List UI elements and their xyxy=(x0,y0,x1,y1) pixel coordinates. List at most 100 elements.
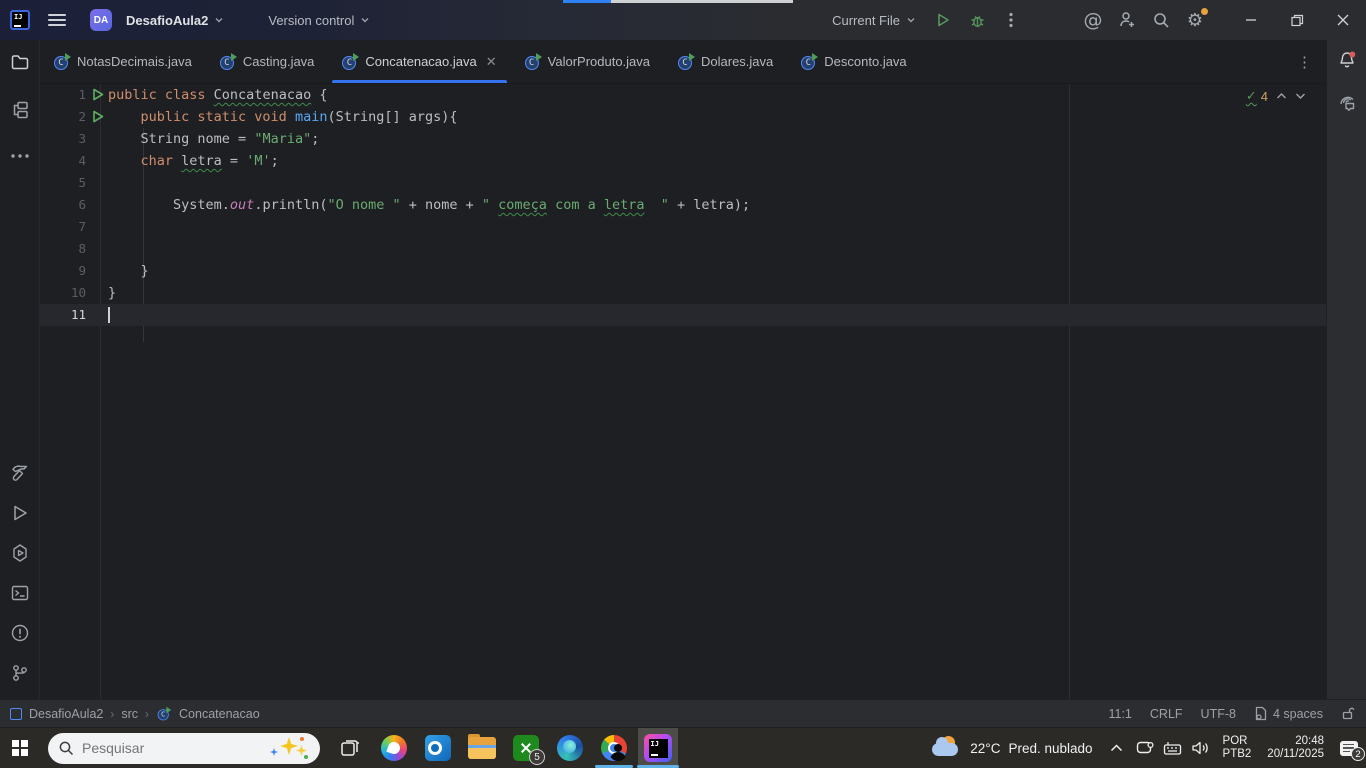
services-icon xyxy=(12,544,27,562)
code-line-11[interactable]: 11 xyxy=(40,304,1326,326)
more-actions-button[interactable] xyxy=(994,5,1028,35)
code-line-2[interactable]: 2 public static void main(String[] args)… xyxy=(40,106,1326,128)
tab-casting-java[interactable]: C Casting.java xyxy=(206,40,329,83)
minimize-button[interactable] xyxy=(1228,0,1274,40)
line-number: 11 xyxy=(70,307,86,322)
code-line-3[interactable]: 3 String nome = "Maria"; xyxy=(40,128,1326,150)
line-number: 10 xyxy=(70,285,86,300)
run-configuration-selector[interactable]: Current File xyxy=(822,5,926,35)
tab-dolares-java[interactable]: C Dolares.java xyxy=(664,40,787,83)
taskbar-app-chrome[interactable] xyxy=(594,728,634,768)
notification-center-button[interactable]: 2 xyxy=(1332,728,1366,768)
tab-label: Casting.java xyxy=(242,54,315,69)
restore-button[interactable] xyxy=(1274,0,1320,40)
tab-concatenacao-java[interactable]: C Concatenacao.java ✕ xyxy=(328,40,510,83)
taskbar-app-outlook[interactable] xyxy=(418,728,458,768)
breadcrumb-project[interactable]: DesafioAula2 xyxy=(29,707,103,721)
task-view-button[interactable] xyxy=(330,728,370,768)
speaker-icon xyxy=(1192,741,1208,755)
tab-close-icon[interactable]: ✕ xyxy=(486,54,497,70)
vcs-widget[interactable]: Version control xyxy=(258,5,380,35)
weather-widget[interactable]: 22°C Pred. nublado xyxy=(922,736,1102,760)
tray-volume-button[interactable] xyxy=(1189,728,1213,768)
search-input[interactable] xyxy=(82,740,212,756)
breadcrumb-src[interactable]: src xyxy=(121,707,138,721)
project-widget[interactable]: DA DesafioAula2 xyxy=(80,5,234,35)
language-indicator[interactable]: POR PTB2 xyxy=(1215,735,1260,761)
line-separator-widget[interactable]: CRLF xyxy=(1150,707,1183,721)
debug-button[interactable] xyxy=(960,5,994,35)
project-tool-window-button[interactable] xyxy=(6,48,34,76)
services-tool-window-button[interactable] xyxy=(6,539,34,567)
readonly-toggle[interactable] xyxy=(1341,706,1356,721)
code-line-9[interactable]: 9 } xyxy=(40,260,1326,282)
settings-button[interactable]: ⚙ xyxy=(1178,5,1212,35)
outlook-icon xyxy=(425,735,451,761)
taskbar-app-xbox[interactable]: ⨯ 5 xyxy=(506,728,546,768)
ai-assistant-button[interactable]: @ xyxy=(1076,5,1110,35)
screen: IJ DA DesafioAula2 Version control Curre… xyxy=(0,0,1366,768)
run-button[interactable] xyxy=(926,5,960,35)
start-button[interactable] xyxy=(0,728,40,768)
code-with-me-button[interactable] xyxy=(1110,5,1144,35)
xbox-icon: ⨯ 5 xyxy=(513,735,545,765)
breadcrumb-separator: › xyxy=(110,706,115,721)
taskbar-app-file-explorer[interactable] xyxy=(462,728,502,768)
taskbar-search[interactable] xyxy=(48,732,320,764)
tab-notasdecimais-java[interactable]: C NotasDecimais.java xyxy=(40,40,206,83)
problems-icon xyxy=(11,624,28,642)
code-line-4[interactable]: 4 char letra = 'M'; xyxy=(40,150,1326,172)
terminal-tool-window-button[interactable] xyxy=(6,579,34,607)
line-number: 8 xyxy=(78,241,86,256)
status-bar: DesafioAula2 › src › C Concatenacao 11:1… xyxy=(0,699,1366,727)
encoding-widget[interactable]: UTF-8 xyxy=(1201,707,1236,721)
search-icon xyxy=(59,741,74,756)
tray-cast-button[interactable] xyxy=(1133,728,1157,768)
inspections-widget[interactable]: ✓ 4 xyxy=(1246,88,1306,104)
run-tool-window-button[interactable] xyxy=(6,499,34,527)
minimize-icon xyxy=(1246,19,1256,21)
line-number: 5 xyxy=(78,175,86,190)
indent-widget[interactable]: 4 spaces xyxy=(1254,706,1323,721)
taskbar-app-intellij[interactable]: IJ xyxy=(637,728,679,768)
problems-tool-window-button[interactable] xyxy=(6,619,34,647)
git-branch-icon xyxy=(12,665,27,681)
breadcrumb-class[interactable]: Concatenacao xyxy=(179,707,260,721)
taskbar-app-edge[interactable] xyxy=(550,728,590,768)
code-line-5[interactable]: 5 xyxy=(40,172,1326,194)
notifications-button[interactable] xyxy=(1333,46,1361,74)
structure-tool-window-button[interactable] xyxy=(6,96,34,124)
version-control-tool-window-button[interactable] xyxy=(6,659,34,687)
code-line-7[interactable]: 7 xyxy=(40,216,1326,238)
java-class-icon: C xyxy=(524,52,542,70)
tray-overflow-button[interactable] xyxy=(1105,728,1129,768)
code-editor[interactable]: 1 public class Concatenacao {2 public sta… xyxy=(40,84,1326,699)
gutter-run-icon[interactable] xyxy=(92,88,104,101)
tab-desconto-java[interactable]: C Desconto.java xyxy=(787,40,920,83)
next-problem-chevron-icon[interactable] xyxy=(1295,92,1306,100)
build-tool-window-button[interactable] xyxy=(6,459,34,487)
ai-assistant-tool-window-button[interactable] xyxy=(1333,88,1361,116)
code-line-1[interactable]: 1 public class Concatenacao { xyxy=(40,84,1326,106)
breadcrumb[interactable]: DesafioAula2 › src › C Concatenacao xyxy=(10,706,260,722)
code-line-10[interactable]: 10} xyxy=(40,282,1326,304)
taskbar-app-copilot[interactable] xyxy=(374,728,414,768)
code-text: } xyxy=(108,263,149,279)
code-text: String nome = "Maria"; xyxy=(108,131,320,147)
clock-widget[interactable]: 20:48 20/11/2025 xyxy=(1259,735,1332,761)
prev-problem-chevron-icon[interactable] xyxy=(1276,92,1287,100)
close-button[interactable] xyxy=(1320,0,1366,40)
gutter-run-icon[interactable] xyxy=(92,110,104,123)
more-tool-windows-button[interactable] xyxy=(6,142,34,170)
tray-touch-keyboard-button[interactable] xyxy=(1161,728,1185,768)
chrome-profile-silhouette xyxy=(609,743,627,761)
search-everywhere-button[interactable] xyxy=(1144,5,1178,35)
line-number: 2 xyxy=(78,109,86,124)
tab-valorproduto-java[interactable]: C ValorProduto.java xyxy=(511,40,664,83)
main-menu-button[interactable] xyxy=(48,14,66,26)
code-line-6[interactable]: 6 System.out.println("O nome " + nome + … xyxy=(40,194,1326,216)
caret-position-widget[interactable]: 11:1 xyxy=(1108,707,1131,721)
tab-overflow-menu[interactable]: ⋮ xyxy=(1297,40,1326,83)
project-name: DesafioAula2 xyxy=(126,12,209,28)
code-line-8[interactable]: 8 xyxy=(40,238,1326,260)
